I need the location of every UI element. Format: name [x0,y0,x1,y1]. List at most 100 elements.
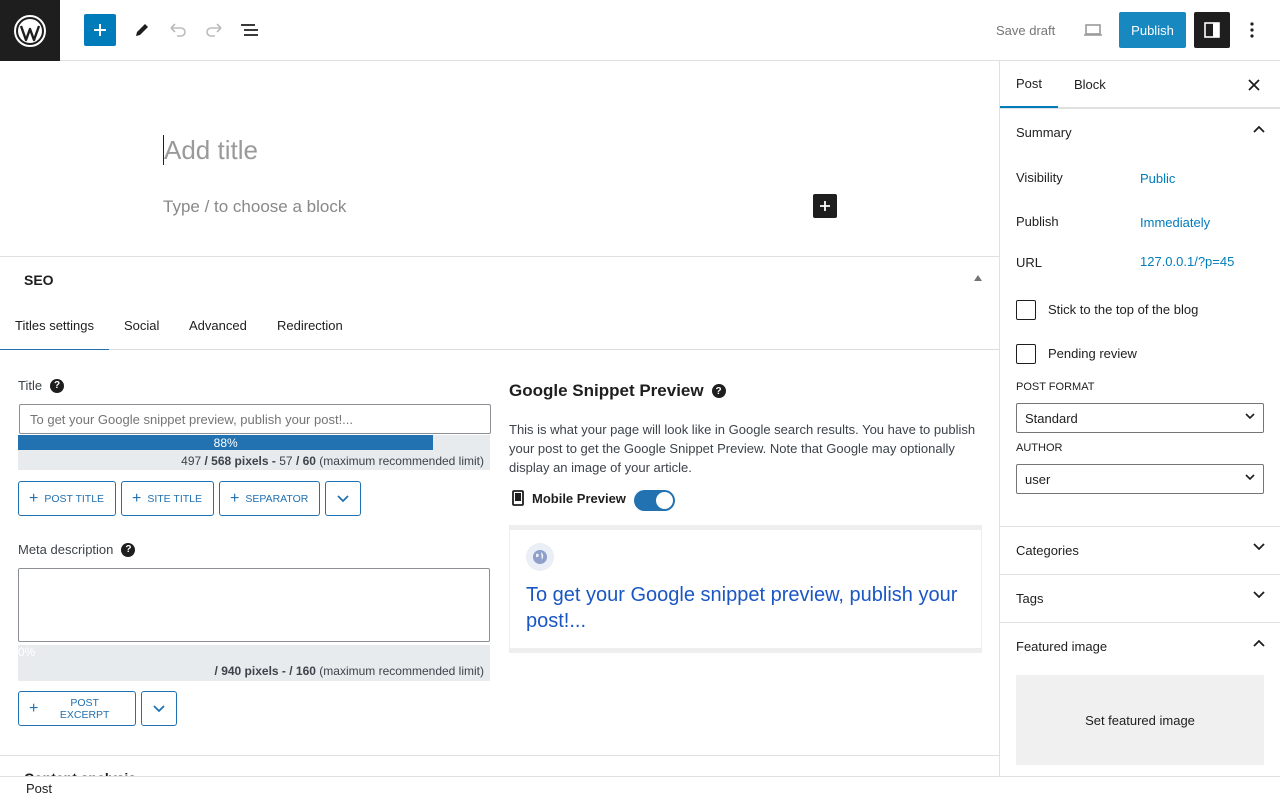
more-vertical-icon [1250,22,1254,38]
google-snippet-card: To get your Google snippet preview, publ… [509,525,982,653]
pencil-icon [136,24,148,36]
sticky-label: Stick to the top of the blog [1048,302,1199,317]
featured-image-panel-toggle[interactable]: Featured image [1000,622,1280,670]
editor-canvas: Add title Type / to choose a block [0,61,999,256]
title-progress-text: 497 / 568 pixels - 57 / 60 (maximum reco… [181,454,484,468]
redo-button[interactable] [198,14,230,46]
mobile-preview-label: Mobile Preview [512,490,626,506]
collapse-triangle-icon[interactable] [974,275,982,281]
meta-progress: 0% / 940 pixels - / 160 (maximum recomme… [18,645,490,681]
tab-block[interactable]: Block [1058,61,1122,108]
chevron-down-icon [1253,591,1265,599]
settings-sidebar: Post Block Summary Visibility Public Pub… [999,61,1280,776]
toggle-knob [656,492,673,509]
set-featured-image-button[interactable]: Set featured image [1016,675,1264,765]
more-meta-variables-button[interactable] [141,691,177,726]
publish-button[interactable]: Publish [1119,12,1186,48]
snippet-description: This is what your page will look like in… [509,422,976,475]
chevron-down-icon [1245,474,1255,481]
title-progress-bar: 88% [18,435,434,450]
redo-icon [206,23,222,37]
sidebar-icon [1204,22,1220,38]
categories-panel-toggle[interactable]: Categories [1000,526,1280,574]
tags-panel-toggle[interactable]: Tags [1000,574,1280,622]
preview-button[interactable] [1077,14,1109,46]
meta-description-textarea[interactable] [18,568,490,642]
chevron-down-icon [1253,543,1265,551]
tab-social[interactable]: Social [109,301,174,350]
snippet-preview-heading: Google Snippet Preview ? [509,381,726,401]
undo-icon [170,23,186,37]
chevron-up-icon [1253,125,1265,133]
chevron-down-icon [337,494,349,502]
url-link[interactable]: 127.0.0.1/?p=45 [1140,254,1234,269]
post-title-variable-button[interactable]: + POST TITLE [18,481,116,516]
seo-title-input[interactable]: To get your Google snippet preview, publ… [19,404,491,434]
site-title-variable-button[interactable]: + SITE TITLE [121,481,214,516]
tab-post[interactable]: Post [1000,61,1059,108]
help-icon[interactable]: ? [50,378,65,393]
editor-header: Save draft Publish [0,0,1280,61]
add-block-button[interactable] [84,14,116,46]
meta-description-label: Meta description ? [18,542,136,557]
seo-metabox: SEO Titles settings Social Advanced Redi… [0,256,999,786]
more-variables-button[interactable] [325,481,361,516]
inline-add-block-button[interactable] [813,194,837,218]
post-title-input[interactable]: Add title [163,135,258,165]
breadcrumb[interactable]: Post [26,781,52,796]
help-icon[interactable]: ? [711,384,726,398]
tab-redirection[interactable]: Redirection [262,301,358,350]
block-appender[interactable]: Type / to choose a block [163,197,346,217]
tab-titles-settings[interactable]: Titles settings [0,301,109,350]
pending-review-label: Pending review [1048,346,1137,361]
tab-advanced[interactable]: Advanced [174,301,262,350]
plus-icon: + [230,489,240,507]
plus-icon: + [132,489,142,507]
mobile-preview-toggle[interactable] [634,490,675,511]
undo-button[interactable] [162,14,194,46]
post-excerpt-variable-button[interactable]: + POST EXCERPT [18,691,136,726]
post-format-select[interactable]: Standard [1016,403,1264,433]
save-draft-button[interactable]: Save draft [984,14,1067,46]
chevron-up-icon [1253,639,1265,647]
sidebar-tabs: Post Block [1000,61,1280,108]
summary-panel-toggle[interactable]: Summary [1000,108,1280,156]
smartphone-icon [512,490,524,506]
author-select[interactable]: user [1016,464,1264,494]
pending-review-checkbox[interactable] [1016,344,1036,364]
title-progress: 88% 497 / 568 pixels - 57 / 60 (maximum … [18,435,490,470]
plus-icon [94,24,106,36]
help-icon[interactable]: ? [121,542,136,557]
close-sidebar-button[interactable] [1240,71,1268,99]
publish-date-link[interactable]: Immediately [1140,215,1210,230]
seo-heading: SEO [24,272,54,288]
options-menu-button[interactable] [1236,14,1268,46]
chevron-down-icon [153,704,165,712]
sticky-checkbox[interactable] [1016,300,1036,320]
chevron-down-icon [1245,413,1255,420]
plus-icon: + [29,489,39,507]
globe-icon [526,543,554,571]
title-field-label: Title ? [18,378,65,393]
settings-toggle-button[interactable] [1194,12,1230,48]
meta-progress-bar: 0% [18,645,36,659]
publish-label: Publish [1016,214,1059,229]
author-label: AUTHOR [1016,442,1063,454]
visibility-label: Visibility [1016,170,1063,185]
snippet-link-title[interactable]: To get your Google snippet preview, publ… [526,582,966,634]
url-label: URL [1016,255,1043,270]
plus-icon: + [29,699,39,717]
close-icon [1248,79,1260,91]
edit-tool-button[interactable] [126,14,158,46]
separator-variable-button[interactable]: + SEPARATOR [219,481,320,516]
editor-footer: Post [0,776,1280,800]
seo-tabs: Titles settings Social Advanced Redirect… [0,301,999,350]
document-overview-button[interactable] [234,14,266,46]
meta-progress-text: / 940 pixels - / 160 (maximum recommende… [214,664,484,678]
laptop-icon [1084,24,1102,36]
visibility-value-link[interactable]: Public [1140,171,1175,186]
plus-icon [820,201,830,211]
list-view-icon [241,24,258,36]
post-format-label: POST FORMAT [1016,381,1095,393]
wordpress-logo-icon[interactable] [0,0,60,61]
